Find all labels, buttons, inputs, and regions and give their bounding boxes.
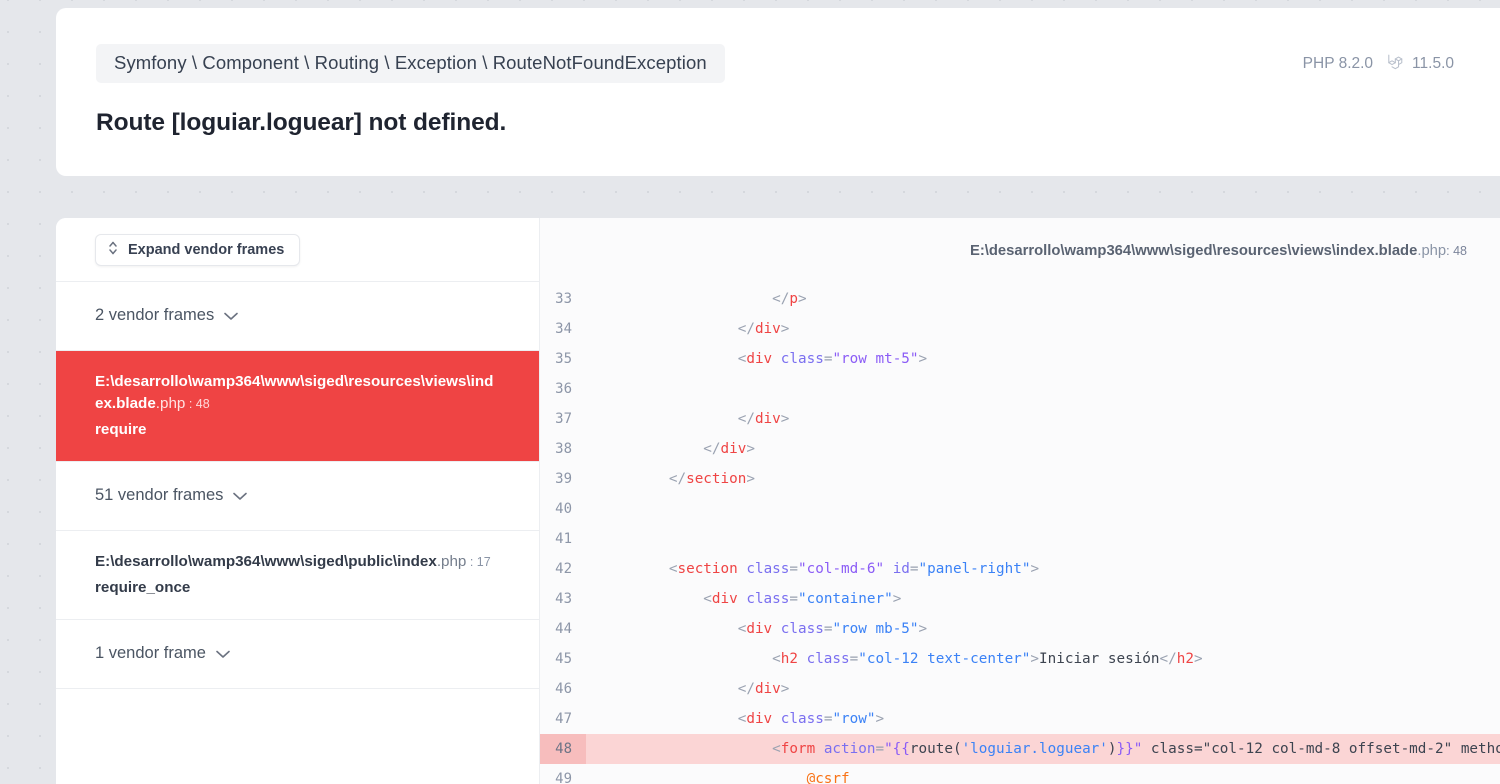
vendor-frames-group[interactable]: 1 vendor frame <box>56 620 539 689</box>
stack-frame-line: : 17 <box>466 554 491 569</box>
code-line-source: <div class="row mt-5"> <box>737 351 928 367</box>
stack-frame-active[interactable]: E:\desarrollo\wamp364\www\siged\resource… <box>56 350 539 463</box>
code-line[interactable]: 49 @csrf <box>540 764 1500 784</box>
code-line-source: </section> <box>668 471 755 487</box>
exception-class-pill: Symfony \ Component \ Routing \ Exceptio… <box>96 44 725 83</box>
code-line-source: <div class="row"> <box>737 711 885 727</box>
code-line[interactable]: 34 </div> <box>540 314 1500 344</box>
code-line-source: <h2 class="col-12 text-center">Iniciar s… <box>772 651 1203 667</box>
code-line-number: 35 <box>555 351 572 367</box>
code-line-source: <form action="{{route('loguiar.loguear')… <box>772 741 1500 757</box>
code-line-source: </div> <box>737 411 790 427</box>
exception-header-card: Symfony \ Component \ Routing \ Exceptio… <box>56 8 1500 176</box>
code-line[interactable]: 40 <box>540 494 1500 524</box>
vendor-frames-group[interactable]: 2 vendor frames <box>56 282 539 351</box>
code-file-path-line: : 48 <box>1446 244 1467 258</box>
stack-frame-function: require <box>95 420 147 438</box>
expand-vendor-frames-label: Expand vendor frames <box>128 241 285 258</box>
code-line-number: 37 <box>555 411 572 427</box>
expand-vendor-frames-button[interactable]: Expand vendor frames <box>95 233 301 266</box>
exception-header-row: Symfony \ Component \ Routing \ Exceptio… <box>96 44 1472 83</box>
code-line-number: 49 <box>555 771 572 784</box>
stack-frame[interactable]: E:\desarrollo\wamp364\www\siged\public\i… <box>56 531 539 620</box>
code-line-source: <div class="container"> <box>703 591 902 607</box>
chevron-down-icon <box>224 308 239 327</box>
code-line-number: 36 <box>555 381 572 397</box>
code-line[interactable]: 45 <h2 class="col-12 text-center">Inicia… <box>540 644 1500 674</box>
stack-frame-path: E:\desarrollo\wamp364\www\siged\resource… <box>95 371 500 415</box>
code-line-source: </div> <box>737 681 790 697</box>
code-line-source: </div> <box>703 441 755 457</box>
laravel-logo-icon <box>1387 52 1405 75</box>
frames-list: 2 vendor frames E:\desarrollo\wamp364\www… <box>56 282 539 689</box>
code-line-number: 38 <box>555 441 572 457</box>
code-line-number: 33 <box>555 291 572 307</box>
code-line-number: 44 <box>555 621 572 637</box>
code-line-number: 34 <box>555 321 572 337</box>
code-line-number: 41 <box>555 531 572 547</box>
code-line-number: 48 <box>540 734 586 764</box>
stack-frame-function: require_once <box>95 578 191 596</box>
chevron-down-icon <box>216 646 230 665</box>
code-line[interactable]: 42 <section class="col-md-6" id="panel-r… <box>540 554 1500 584</box>
stack-frame-path-bold: E:\desarrollo\wamp364\www\siged\public\i… <box>95 552 437 570</box>
code-line[interactable]: 47 <div class="row"> <box>540 704 1500 734</box>
code-file-path-ext: .php <box>1417 243 1447 259</box>
code-line-source: </div> <box>737 321 790 337</box>
exception-message: Route [loguiar.loguear] not defined. <box>96 109 507 136</box>
code-line[interactable]: 41 <box>540 524 1500 554</box>
code-line-number: 46 <box>555 681 572 697</box>
stack-trace-card: Expand vendor frames 2 vendor frames E:\d… <box>56 218 1500 784</box>
code-line-number: 47 <box>555 711 572 727</box>
code-line[interactable]: 39 </section> <box>540 464 1500 494</box>
code-line-source: <div class="row mb-5"> <box>737 621 928 637</box>
code-line[interactable]: 48 <form action="{{route('loguiar.loguea… <box>540 734 1500 764</box>
code-line[interactable]: 33 </p> <box>540 284 1500 314</box>
laravel-version-label: 11.5.0 <box>1412 54 1454 72</box>
code-line[interactable]: 46 </div> <box>540 674 1500 704</box>
chevron-up-down-icon <box>108 241 118 257</box>
frames-sidebar: Expand vendor frames 2 vendor frames E:\d… <box>56 218 540 784</box>
frames-toolbar: Expand vendor frames <box>56 218 539 282</box>
code-line-number: 45 <box>555 651 572 667</box>
vendor-frames-label: 1 vendor frame <box>95 644 206 662</box>
code-line-number: 39 <box>555 471 572 487</box>
vendor-frames-label: 2 vendor frames <box>95 306 215 324</box>
php-version-label: PHP 8.2.0 <box>1302 54 1374 72</box>
code-line-source: <section class="col-md-6" id="panel-righ… <box>668 561 1040 577</box>
stack-frame-path: E:\desarrollo\wamp364\www\siged\public\i… <box>95 551 500 573</box>
stack-frame-path-bold: E:\desarrollo\wamp364\www\siged\resource… <box>95 372 494 412</box>
vendor-frames-group[interactable]: 51 vendor frames <box>56 462 539 531</box>
code-file-path-bold: E:\desarrollo\wamp364\www\siged\resource… <box>969 243 1418 259</box>
code-line-list[interactable]: 33 </p> 34 </div> 35 <div class="row mt-5"… <box>540 284 1500 784</box>
laravel-version-badge: 11.5.0 <box>1387 52 1454 75</box>
vendor-frames-label: 51 vendor frames <box>95 486 224 505</box>
stack-frame-path-ext: .php <box>436 552 467 570</box>
stack-frame-path-ext: .php <box>155 394 186 412</box>
code-line[interactable]: 38 </div> <box>540 434 1500 464</box>
code-line-source: </p> <box>772 291 807 307</box>
code-line[interactable]: 44 <div class="row mb-5"> <box>540 614 1500 644</box>
code-line[interactable]: 37 </div> <box>540 404 1500 434</box>
code-line-source: @csrf <box>806 771 850 784</box>
code-line-number: 42 <box>555 561 572 577</box>
code-viewer: E:\desarrollo\wamp364\www\siged\resource… <box>540 218 1500 784</box>
code-line[interactable]: 36 <box>540 374 1500 404</box>
code-line-number: 43 <box>555 591 572 607</box>
code-line[interactable]: 35 <div class="row mt-5"> <box>540 344 1500 374</box>
code-file-path: E:\desarrollo\wamp364\www\siged\resource… <box>540 218 1500 284</box>
code-line[interactable]: 43 <div class="container"> <box>540 584 1500 614</box>
code-line-number: 40 <box>555 501 572 517</box>
stack-frame-line: : 48 <box>185 396 210 411</box>
version-info: PHP 8.2.0 11.5.0 <box>1303 44 1472 75</box>
chevron-down-icon <box>233 488 248 507</box>
